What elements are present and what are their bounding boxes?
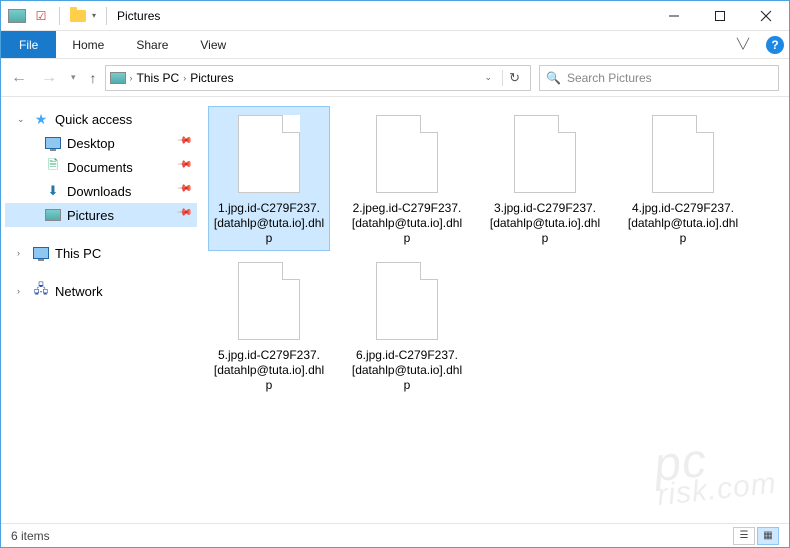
- sidebar-network[interactable]: › 🖧 Network: [5, 279, 197, 303]
- chevron-right-icon[interactable]: ›: [183, 73, 186, 83]
- file-name: 2.jpeg.id-C279F237.[datahlp@tuta.io].dhl…: [351, 201, 463, 246]
- network-icon: 🖧: [33, 283, 49, 299]
- sidebar-item-label: Desktop: [67, 136, 115, 151]
- file-name: 1.jpg.id-C279F237.[datahlp@tuta.io].dhlp: [213, 201, 325, 246]
- view-toggle: ☰ ▦: [733, 527, 779, 545]
- search-box[interactable]: 🔍: [539, 65, 779, 91]
- breadcrumb-this-pc[interactable]: This PC: [137, 71, 180, 85]
- file-icon: [367, 258, 447, 344]
- downloads-icon: ⬇: [45, 183, 61, 199]
- sidebar-this-pc[interactable]: › This PC: [5, 241, 197, 265]
- file-name: 4.jpg.id-C279F237.[datahlp@tuta.io].dhlp: [627, 201, 739, 246]
- qat-dropdown-icon[interactable]: ▾: [92, 11, 96, 20]
- navigation-bar: ← → ▾ ↑ › This PC › Pictures ⌄ ↻ 🔍: [1, 59, 789, 97]
- pin-icon: 📌: [176, 132, 198, 154]
- file-item[interactable]: 3.jpg.id-C279F237.[datahlp@tuta.io].dhlp: [485, 107, 605, 250]
- sidebar-item-desktop[interactable]: Desktop 📌: [5, 131, 197, 155]
- close-button[interactable]: [743, 1, 789, 31]
- sidebar-label: This PC: [55, 246, 101, 261]
- window-title: Pictures: [117, 9, 160, 23]
- documents-icon: 🗎: [45, 159, 61, 175]
- ribbon: File Home Share View ╲╱ ?: [1, 31, 789, 59]
- properties-icon[interactable]: ☑: [31, 6, 51, 26]
- file-list[interactable]: 1.jpg.id-C279F237.[datahlp@tuta.io].dhlp…: [201, 97, 789, 523]
- location-icon: [110, 70, 126, 86]
- ribbon-expand-icon[interactable]: ╲╱: [725, 31, 761, 58]
- new-folder-icon[interactable]: [68, 6, 88, 26]
- forward-button[interactable]: →: [41, 69, 57, 87]
- sidebar-quick-access[interactable]: ⌄ ★ Quick access: [5, 107, 197, 131]
- tab-share[interactable]: Share: [120, 31, 184, 58]
- computer-icon: [33, 245, 49, 261]
- file-name: 3.jpg.id-C279F237.[datahlp@tuta.io].dhlp: [489, 201, 601, 246]
- pin-icon: 📌: [176, 180, 198, 202]
- file-item[interactable]: 6.jpg.id-C279F237.[datahlp@tuta.io].dhlp: [347, 254, 467, 397]
- sidebar-item-documents[interactable]: 🗎 Documents 📌: [5, 155, 197, 179]
- sidebar-item-label: Pictures: [67, 208, 114, 223]
- file-name: 5.jpg.id-C279F237.[datahlp@tuta.io].dhlp: [213, 348, 325, 393]
- navigation-pane: ⌄ ★ Quick access Desktop 📌 🗎 Documents 📌…: [1, 97, 201, 523]
- file-icon: [367, 111, 447, 197]
- file-item[interactable]: 2.jpeg.id-C279F237.[datahlp@tuta.io].dhl…: [347, 107, 467, 250]
- address-dropdown-icon[interactable]: ⌄: [479, 72, 499, 83]
- tree-collapse-icon[interactable]: ›: [17, 248, 20, 258]
- file-icon: [505, 111, 585, 197]
- search-input[interactable]: [567, 71, 772, 85]
- explorer-icon: [7, 6, 27, 26]
- search-icon: 🔍: [546, 71, 561, 85]
- sidebar-item-pictures[interactable]: Pictures 📌: [5, 203, 197, 227]
- sidebar-item-label: Documents: [67, 160, 133, 175]
- file-icon: [643, 111, 723, 197]
- breadcrumb-pictures[interactable]: Pictures: [190, 71, 233, 85]
- status-bar: 6 items ☰ ▦: [1, 523, 789, 547]
- quick-access-toolbar: ☑ ▾: [1, 6, 102, 26]
- main-area: ⌄ ★ Quick access Desktop 📌 🗎 Documents 📌…: [1, 97, 789, 523]
- tab-view[interactable]: View: [184, 31, 242, 58]
- file-icon: [229, 111, 309, 197]
- desktop-icon: [45, 135, 61, 151]
- refresh-button[interactable]: ↻: [502, 70, 526, 86]
- chevron-right-icon[interactable]: ›: [130, 73, 133, 83]
- tab-home[interactable]: Home: [56, 31, 120, 58]
- pin-icon: 📌: [176, 204, 198, 226]
- file-item[interactable]: 4.jpg.id-C279F237.[datahlp@tuta.io].dhlp: [623, 107, 743, 250]
- pin-icon: 📌: [176, 156, 198, 178]
- file-item[interactable]: 1.jpg.id-C279F237.[datahlp@tuta.io].dhlp: [209, 107, 329, 250]
- back-button[interactable]: ←: [11, 69, 27, 87]
- sidebar-item-downloads[interactable]: ⬇ Downloads 📌: [5, 179, 197, 203]
- details-view-button[interactable]: ☰: [733, 527, 755, 545]
- file-icon: [229, 258, 309, 344]
- file-item[interactable]: 5.jpg.id-C279F237.[datahlp@tuta.io].dhlp: [209, 254, 329, 397]
- minimize-button[interactable]: [651, 1, 697, 31]
- sidebar-label: Network: [55, 284, 103, 299]
- tree-expand-icon[interactable]: ⌄: [17, 114, 25, 125]
- up-button[interactable]: ↑: [90, 70, 97, 86]
- file-tab[interactable]: File: [1, 31, 56, 58]
- tree-collapse-icon[interactable]: ›: [17, 286, 20, 296]
- pictures-icon: [45, 207, 61, 223]
- sidebar-item-label: Downloads: [67, 184, 131, 199]
- icons-view-button[interactable]: ▦: [757, 527, 779, 545]
- help-button[interactable]: ?: [761, 31, 789, 58]
- maximize-button[interactable]: [697, 1, 743, 31]
- titlebar: ☑ ▾ Pictures: [1, 1, 789, 31]
- star-icon: ★: [33, 111, 49, 127]
- file-name: 6.jpg.id-C279F237.[datahlp@tuta.io].dhlp: [351, 348, 463, 393]
- item-count: 6 items: [11, 529, 50, 543]
- address-bar[interactable]: › This PC › Pictures ⌄ ↻: [105, 65, 531, 91]
- history-dropdown-icon[interactable]: ▾: [71, 72, 76, 83]
- sidebar-label: Quick access: [55, 112, 132, 127]
